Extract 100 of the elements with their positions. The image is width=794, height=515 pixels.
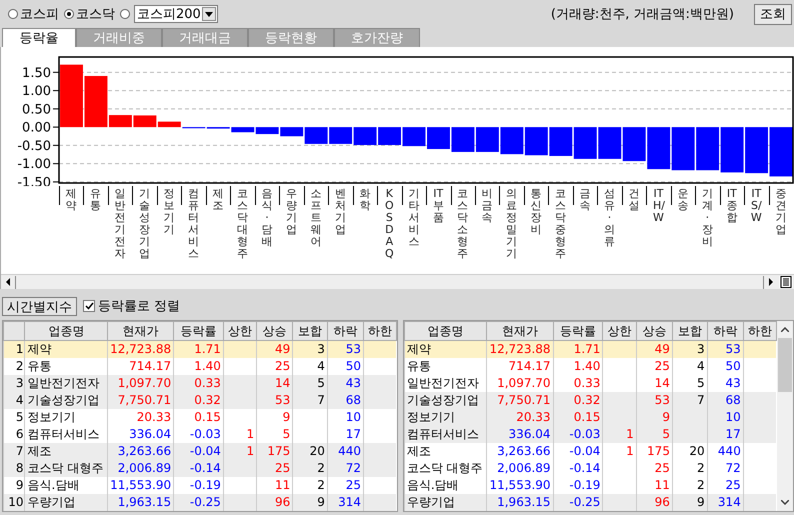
units-note: (거래량:천주, 거래금액:백만원) [550, 6, 734, 23]
category-label: 기술성장기업 [139, 188, 150, 261]
table-row[interactable]: 컴퓨터서비스 336.04 -0.03 1 5 17 [404, 426, 776, 443]
table-row[interactable]: 일반전기전자 1,097.70 0.33 14 5 43 [404, 375, 776, 392]
query-button[interactable]: 조회 [754, 4, 792, 24]
left-arrow-icon [5, 278, 11, 286]
column-header[interactable]: 등락률 [553, 322, 603, 340]
table-row[interactable]: 정보기기 20.33 0.15 9 10 [404, 409, 776, 426]
bar [329, 127, 352, 144]
table-cell: -0.25 [174, 494, 224, 511]
document-icon[interactable] [780, 276, 792, 288]
table-row[interactable]: 3 일반전기전자 1,097.70 0.33 14 5 43 [4, 375, 396, 392]
table-row[interactable]: 우량기업 1,963.15 -0.25 96 9 314 [404, 494, 776, 511]
category-label: IT H/W [652, 188, 664, 226]
bar [720, 127, 744, 172]
radio-label[interactable]: 코스닥 [76, 5, 115, 23]
category-label: 제조 [212, 188, 224, 214]
category-label: IT S/W [750, 188, 762, 226]
table-row[interactable]: 5 정보기기 20.33 0.15 9 10 [4, 409, 396, 426]
table-cell: 우량기업 [24, 494, 108, 511]
column-header[interactable]: 하한 [363, 322, 396, 340]
bar [427, 127, 450, 150]
checkbox-label[interactable]: 등락률로 정렬 [98, 297, 180, 315]
table-cell: 96 [256, 494, 293, 511]
column-header[interactable]: 상승 [256, 322, 293, 340]
column-header[interactable]: 현재가 [486, 322, 554, 340]
bar [598, 127, 622, 159]
bar [696, 127, 720, 170]
bar [549, 127, 572, 156]
table-row[interactable]: 기술성장기업 7,750.71 0.32 53 7 68 [404, 392, 776, 409]
category-label: 비금속 [482, 188, 493, 226]
column-header[interactable]: 업종명 [404, 322, 487, 340]
radio-button[interactable] [120, 9, 130, 19]
table-row[interactable]: 제약 12,723.88 1.71 49 3 53 [404, 340, 776, 358]
right-arrow-icon [768, 278, 774, 286]
category-label: 운송 [677, 188, 688, 214]
dropdown-button[interactable] [202, 7, 216, 21]
category-label: 중견기업 [775, 188, 786, 238]
bar [745, 127, 768, 174]
bar [476, 127, 499, 152]
column-header[interactable]: 상한 [602, 322, 636, 340]
bar [402, 127, 426, 146]
bar [378, 127, 402, 146]
table-row[interactable]: 2 유통 714.17 1.40 25 4 50 [4, 358, 396, 375]
bar [622, 127, 646, 162]
radio-label[interactable]: 코스피 [20, 5, 59, 23]
y-tick-label: -1.00 [17, 157, 51, 172]
table-row[interactable]: 8 코스닥 대형주 2,006.89 -0.14 25 2 72 [4, 460, 396, 477]
category-label: 섬유·의류 [604, 188, 616, 250]
category-label: 코스닥 대형주 [237, 188, 248, 261]
table-cell: 96 [636, 494, 672, 511]
table-row[interactable]: 유통 714.17 1.40 25 4 50 [404, 358, 776, 375]
column-header[interactable]: 상한 [223, 322, 257, 340]
horizontal-scrollbar[interactable] [1, 274, 794, 289]
category-label: 우량기업 [286, 188, 297, 238]
table-row[interactable]: 1 제약 12,723.88 1.71 49 3 53 [4, 340, 396, 358]
table-row[interactable]: 7 제조 3,263.66 -0.04 1 175 20 440 [4, 443, 396, 460]
category-label: 코스닥 중형주 [555, 188, 566, 261]
y-tick-label: 1.50 [22, 66, 51, 81]
row-number: 10 [4, 494, 25, 511]
checkbox[interactable] [83, 300, 95, 312]
table-cell: -0.25 [553, 494, 603, 511]
radio-button[interactable] [64, 9, 74, 19]
table-row[interactable]: 9 음식.담배 11,553.90 -0.19 11 2 25 [4, 477, 396, 494]
column-header[interactable]: 하락 [707, 322, 744, 340]
column-header[interactable]: 하락 [327, 322, 364, 340]
category-label: KOSDAQ [384, 188, 395, 261]
category-label: 컴퓨터서비스 [188, 188, 200, 261]
category-label: 기계·장비 [702, 188, 713, 250]
table-row[interactable]: 10 우량기업 1,963.15 -0.25 96 9 314 [4, 494, 396, 511]
column-header[interactable]: 하한 [743, 322, 776, 340]
column-header[interactable]: 현재가 [108, 322, 174, 340]
category-label: 코스닥 소형주 [457, 188, 468, 261]
column-header[interactable]: 업종명 [24, 322, 108, 340]
column-header[interactable]: 상승 [636, 322, 672, 340]
table-row[interactable]: 음식.담배 11,553.90 -0.19 11 2 25 [404, 477, 776, 494]
table-cell: 1,963.15 [486, 494, 554, 511]
time-index-button[interactable]: 시간별지수 [2, 296, 77, 316]
bar [647, 127, 670, 170]
bar [500, 127, 524, 154]
bar [672, 127, 695, 170]
tab[interactable]: 등락율 [2, 28, 76, 47]
column-header[interactable]: 보합 [292, 322, 328, 340]
table-row[interactable]: 4 기술성장기업 7,750.71 0.32 53 7 68 [4, 392, 396, 409]
vertical-scrollbar[interactable] [776, 321, 793, 511]
column-header[interactable]: 보합 [672, 322, 708, 340]
radio-button[interactable] [8, 9, 18, 19]
table-cell: 314 [707, 494, 744, 511]
table-row[interactable]: 제조 3,263.66 -0.04 1 175 20 440 [404, 443, 776, 460]
table-cell: 1,963.15 [108, 494, 174, 511]
bar [770, 127, 792, 176]
y-tick-label: 0.50 [22, 102, 51, 118]
table-row[interactable]: 6 컴퓨터서비스 336.04 -0.03 1 5 17 [4, 426, 396, 443]
category-label: 음식·담배 [261, 188, 272, 250]
column-header[interactable]: 등락률 [174, 322, 224, 340]
category-label: 유통 [90, 188, 102, 214]
dropdown[interactable]: 코스피200 [134, 5, 218, 23]
category-label: IT부품 [432, 188, 444, 226]
y-tick-label: 1.00 [22, 84, 51, 100]
scroll-thumb[interactable] [778, 338, 792, 392]
